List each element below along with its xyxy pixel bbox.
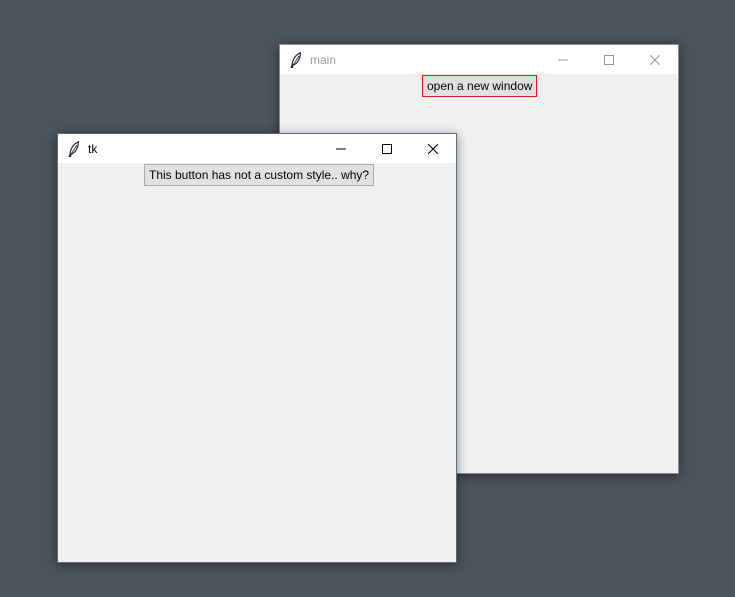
feather-icon — [66, 140, 82, 157]
maximize-icon[interactable] — [586, 45, 632, 74]
close-icon[interactable] — [632, 45, 678, 74]
maximize-icon[interactable] — [364, 134, 410, 163]
main-window-titlebar[interactable]: main — [280, 45, 678, 74]
window-title: tk — [88, 141, 98, 156]
minimize-icon[interactable] — [318, 134, 364, 163]
window-title: main — [310, 52, 337, 67]
minimize-icon[interactable] — [540, 45, 586, 74]
close-icon[interactable] — [410, 134, 456, 163]
window-controls — [540, 45, 678, 74]
custom-style-button[interactable]: This button has not a custom style.. why… — [144, 164, 375, 186]
window-controls — [318, 134, 456, 163]
tk-window-content: This button has not a custom style.. why… — [58, 163, 456, 562]
tk-window: tk This button has not a custom style.. … — [57, 133, 457, 563]
tk-window-titlebar[interactable]: tk — [58, 134, 456, 163]
feather-icon — [288, 51, 304, 68]
open-new-window-button[interactable]: open a new window — [422, 75, 538, 97]
